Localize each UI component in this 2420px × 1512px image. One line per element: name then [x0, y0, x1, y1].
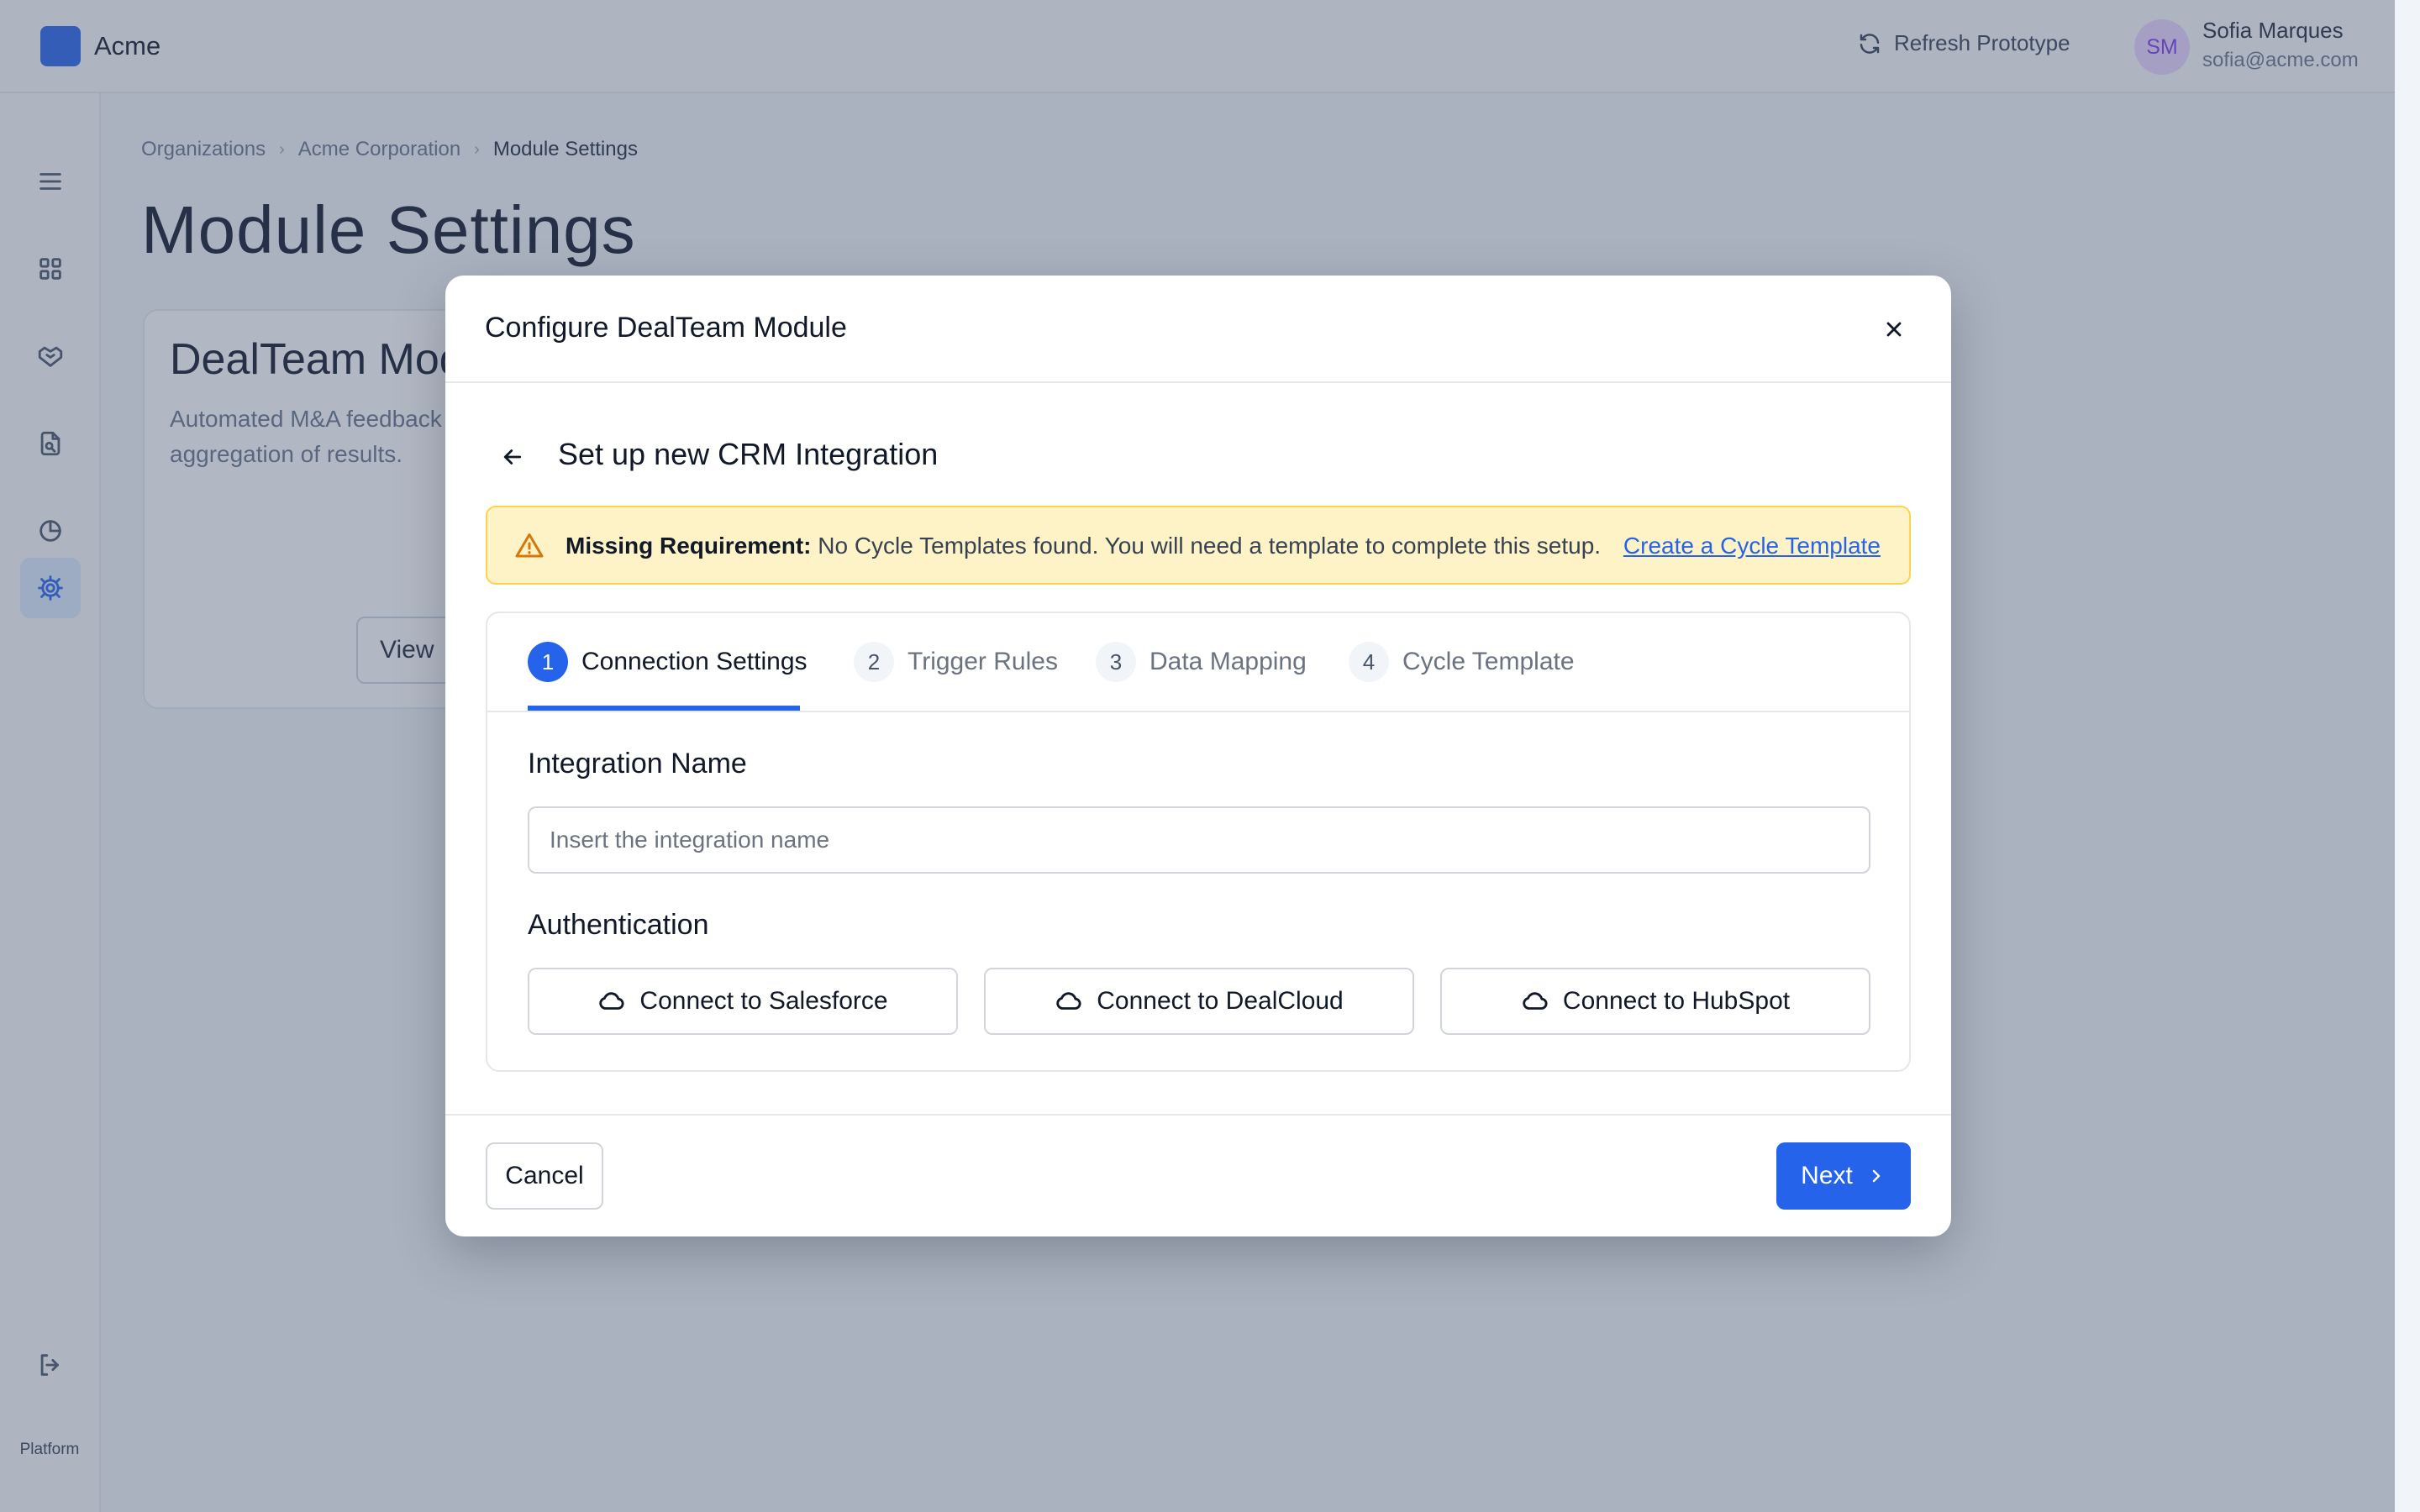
- alert-message: No Cycle Templates found. You will need …: [818, 533, 1602, 559]
- step-number: 1: [528, 642, 568, 682]
- cloud-icon: [599, 992, 624, 1010]
- section-title: Set up new CRM Integration: [558, 437, 939, 471]
- wizard-steps: 1 Connection Settings 2 Trigger Rules 3 …: [487, 613, 1909, 712]
- next-label: Next: [1801, 1162, 1853, 1189]
- dialog-footer: Cancel Next: [445, 1114, 1951, 1236]
- wizard-panel: 1 Connection Settings 2 Trigger Rules 3 …: [486, 612, 1911, 1072]
- chevron-right-icon: [1872, 1169, 1881, 1183]
- close-button[interactable]: [1874, 309, 1914, 349]
- integration-name-label: Integration Name: [528, 748, 747, 780]
- step-number: 4: [1349, 642, 1389, 682]
- cancel-button[interactable]: Cancel: [486, 1142, 603, 1210]
- step-data-mapping[interactable]: 3 Data Mapping: [1096, 640, 1307, 684]
- cloud-icon: [1523, 992, 1548, 1010]
- connect-salesforce-label: Connect to Salesforce: [639, 987, 888, 1015]
- next-button[interactable]: Next: [1776, 1142, 1911, 1210]
- active-step-indicator: [528, 706, 800, 711]
- arrow-left-icon: [503, 449, 522, 465]
- alert-label: Missing Requirement:: [566, 533, 812, 559]
- connect-dealcloud-button[interactable]: Connect to DealCloud: [984, 968, 1414, 1035]
- step-cycle-template[interactable]: 4 Cycle Template: [1349, 640, 1575, 684]
- alert-text: Missing Requirement: No Cycle Templates …: [566, 533, 1601, 559]
- configure-module-dialog: Configure DealTeam Module Set up new CRM…: [445, 276, 1951, 1236]
- step-number: 3: [1096, 642, 1136, 682]
- authentication-label: Authentication: [528, 909, 709, 941]
- missing-requirement-alert: Missing Requirement: No Cycle Templates …: [486, 506, 1911, 585]
- step-label: Connection Settings: [581, 648, 808, 675]
- step-number: 2: [854, 642, 894, 682]
- step-label: Data Mapping: [1150, 648, 1307, 675]
- connect-salesforce-button[interactable]: Connect to Salesforce: [528, 968, 958, 1035]
- step-label: Cycle Template: [1402, 648, 1575, 675]
- back-button[interactable]: [492, 437, 533, 477]
- scrollbar-track[interactable]: [2395, 0, 2420, 1512]
- step-label: Trigger Rules: [908, 648, 1058, 675]
- connect-dealcloud-label: Connect to DealCloud: [1097, 987, 1344, 1015]
- dialog-header: Configure DealTeam Module: [445, 276, 1951, 383]
- step-trigger-rules[interactable]: 2 Trigger Rules: [854, 640, 1058, 684]
- connect-hubspot-button[interactable]: Connect to HubSpot: [1440, 968, 1870, 1035]
- create-cycle-template-link[interactable]: Create a Cycle Template: [1623, 533, 1881, 559]
- connect-hubspot-label: Connect to HubSpot: [1562, 987, 1791, 1015]
- cloud-icon: [1056, 992, 1081, 1010]
- step-connection-settings[interactable]: 1 Connection Settings: [528, 640, 808, 684]
- app-page: Acme Refresh Prototype SM Sofia Marques …: [0, 0, 2420, 1512]
- warning-icon: [515, 533, 544, 558]
- integration-name-input[interactable]: [528, 806, 1870, 874]
- dialog-title: Configure DealTeam Module: [485, 312, 847, 344]
- close-icon: [1886, 322, 1902, 337]
